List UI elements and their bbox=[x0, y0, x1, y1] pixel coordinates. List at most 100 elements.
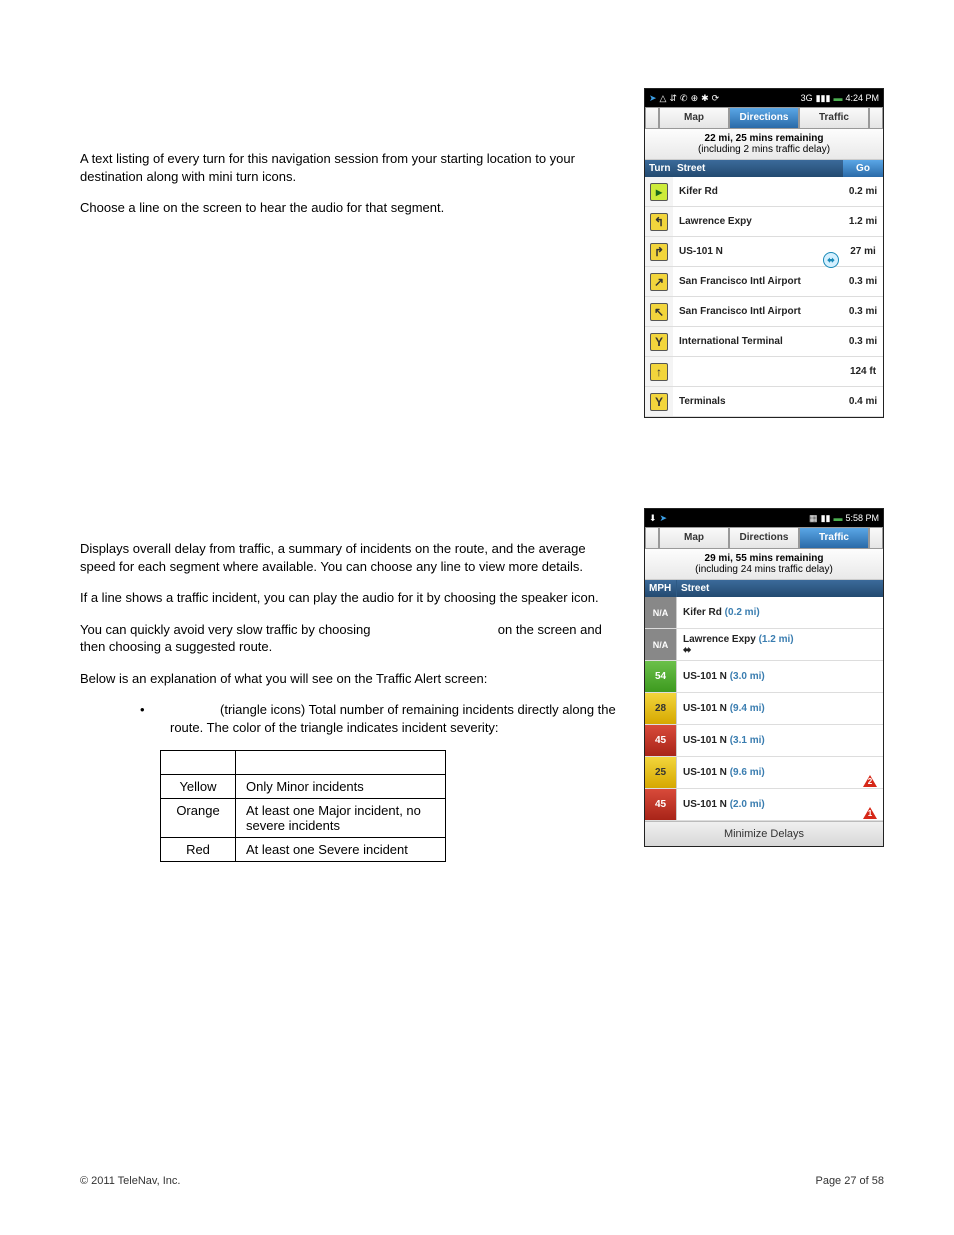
direction-row[interactable]: Y International Terminal0.3 mi bbox=[645, 327, 883, 357]
list-header: Turn Street Go bbox=[645, 160, 883, 177]
paragraph: Choose a line on the screen to hear the … bbox=[80, 199, 620, 217]
download-icon: ⬇ bbox=[649, 513, 657, 524]
traffic-row[interactable]: 45US-101 N (2.0 mi)1 bbox=[645, 789, 883, 821]
speed-badge: 25 bbox=[645, 757, 677, 788]
street-segment: US-101 N (2.0 mi)1 bbox=[677, 799, 883, 810]
street-name: Terminals bbox=[673, 396, 843, 407]
route-status: 29 mi, 55 mins remaining (including 24 m… bbox=[645, 549, 883, 580]
tab-map[interactable]: Map bbox=[659, 107, 729, 129]
traffic-text: Displays overall delay from traffic, a s… bbox=[80, 540, 620, 862]
direction-row[interactable]: ↱US-101 N⬌27 mi bbox=[645, 237, 883, 267]
distance: 0.3 mi bbox=[843, 306, 883, 317]
traffic-row[interactable]: 25US-101 N (9.6 mi)2 bbox=[645, 757, 883, 789]
distance: 0.4 mi bbox=[843, 396, 883, 407]
traffic-row[interactable]: N/AKifer Rd (0.2 mi) bbox=[645, 597, 883, 629]
speed-badge: 45 bbox=[645, 725, 677, 756]
turn-icon: ↖ bbox=[650, 303, 668, 321]
direction-row[interactable]: ▸Kifer Rd0.2 mi bbox=[645, 177, 883, 207]
status-bar: ➤ △ ⇵✆⊕✱⟳ 3G▮▮▮ ▬ 4:24 PM bbox=[645, 89, 883, 107]
list-header: MPH Street bbox=[645, 580, 883, 597]
phone-directions-screenshot: ➤ △ ⇵✆⊕✱⟳ 3G▮▮▮ ▬ 4:24 PM Map Directions… bbox=[644, 88, 884, 418]
paragraph: You can quickly avoid very slow traffic … bbox=[80, 621, 620, 656]
traffic-row[interactable]: 28US-101 N (9.4 mi) bbox=[645, 693, 883, 725]
status-right: ▦▮▮ ▬ 5:58 PM bbox=[809, 513, 879, 524]
street-name: International Terminal bbox=[673, 336, 843, 347]
clock: 5:58 PM bbox=[845, 513, 879, 523]
direction-row[interactable]: ↗ San Francisco Intl Airport0.3 mi bbox=[645, 267, 883, 297]
route-summary-text: A text listing of every turn for this na… bbox=[80, 150, 620, 231]
speed-badge: N/A bbox=[645, 629, 677, 660]
paragraph: Below is an explanation of what you will… bbox=[80, 670, 620, 688]
table-row: YellowOnly Minor incidents bbox=[161, 775, 446, 799]
signal-icon: ▮▮▮ bbox=[816, 93, 831, 104]
tab-directions[interactable]: Directions bbox=[729, 527, 799, 549]
speed-badge: 28 bbox=[645, 693, 677, 724]
copyright: © 2011 TeleNav, Inc. bbox=[80, 1175, 180, 1187]
tab-traffic[interactable]: Traffic bbox=[799, 527, 869, 549]
street-name: San Francisco Intl Airport bbox=[673, 276, 843, 287]
street-segment: Lawrence Expy (1.2 mi)⬌ bbox=[677, 634, 883, 656]
street-name: US-101 N⬌ bbox=[673, 246, 843, 257]
turn-icon: Y bbox=[650, 393, 668, 411]
clock: 4:24 PM bbox=[845, 93, 879, 103]
incident-count: 2 bbox=[863, 775, 877, 787]
distance: 124 ft bbox=[843, 366, 883, 377]
nav-icon: ➤ bbox=[649, 93, 657, 104]
incident-count: 1 bbox=[863, 807, 877, 819]
battery-icon: ▬ bbox=[833, 93, 842, 103]
turn-icon: ↱ bbox=[650, 243, 668, 261]
status-icons: ⬇ ➤ bbox=[649, 513, 667, 524]
table-row: RedAt least one Severe incident bbox=[161, 838, 446, 862]
highway-badge-icon: ⬌ bbox=[823, 252, 839, 268]
distance: 0.3 mi bbox=[843, 276, 883, 287]
route-status: 22 mi, 25 mins remaining (including 2 mi… bbox=[645, 129, 883, 160]
paragraph: A text listing of every turn for this na… bbox=[80, 150, 620, 185]
status-icons: ➤ △ ⇵✆⊕✱⟳ bbox=[649, 93, 719, 104]
bluetooth-icon: ✱ bbox=[701, 93, 709, 104]
warning-icon: △ bbox=[660, 93, 667, 104]
page-number: Page 27 of 58 bbox=[815, 1175, 884, 1187]
speed-badge: 45 bbox=[645, 789, 677, 820]
distance: 1.2 mi bbox=[843, 216, 883, 227]
paragraph: Displays overall delay from traffic, a s… bbox=[80, 540, 620, 575]
distance: 0.2 mi bbox=[843, 186, 883, 197]
nav-icon: ➤ bbox=[660, 513, 668, 524]
traffic-row[interactable]: N/ALawrence Expy (1.2 mi)⬌ bbox=[645, 629, 883, 661]
direction-row[interactable]: ↑ 124 ft bbox=[645, 357, 883, 387]
street-segment: US-101 N (9.4 mi) bbox=[677, 703, 883, 714]
street-segment: Kifer Rd (0.2 mi) bbox=[677, 607, 883, 618]
tab-directions[interactable]: Directions bbox=[729, 107, 799, 129]
street-name: Lawrence Expy bbox=[673, 216, 843, 227]
traffic-row[interactable]: 45US-101 N (3.1 mi) bbox=[645, 725, 883, 757]
street-name: San Francisco Intl Airport bbox=[673, 306, 843, 317]
tab-traffic[interactable]: Traffic bbox=[799, 107, 869, 129]
direction-row[interactable]: Y Terminals0.4 mi bbox=[645, 387, 883, 417]
turn-icon: ↗ bbox=[650, 273, 668, 291]
page-footer: © 2011 TeleNav, Inc. Page 27 of 58 bbox=[80, 1175, 884, 1187]
battery-icon: ▬ bbox=[833, 513, 842, 523]
street-segment: US-101 N (3.0 mi) bbox=[677, 671, 883, 682]
street-segment: US-101 N (3.1 mi) bbox=[677, 735, 883, 746]
minimize-delays-button[interactable]: Minimize Delays bbox=[645, 821, 883, 846]
signal-icon: ▮▮ bbox=[821, 513, 831, 524]
tab-bar: Map Directions Traffic bbox=[645, 107, 883, 129]
traffic-row[interactable]: 54US-101 N (3.0 mi) bbox=[645, 661, 883, 693]
speed-badge: 54 bbox=[645, 661, 677, 692]
table-row: OrangeAt least one Major incident, no se… bbox=[161, 799, 446, 838]
paragraph: If a line shows a traffic incident, you … bbox=[80, 589, 620, 607]
bullet-item: • (triangle icons) Total number of remai… bbox=[140, 701, 620, 736]
direction-row[interactable]: ↰ Lawrence Expy1.2 mi bbox=[645, 207, 883, 237]
tab-map[interactable]: Map bbox=[659, 527, 729, 549]
speed-badge: N/A bbox=[645, 597, 677, 628]
phone-traffic-screenshot: ⬇ ➤ ▦▮▮ ▬ 5:58 PM Map Directions Traffic… bbox=[644, 508, 884, 847]
street-segment: US-101 N (9.6 mi)2 bbox=[677, 767, 883, 778]
distance: 0.3 mi bbox=[843, 336, 883, 347]
go-button[interactable]: Go bbox=[843, 160, 883, 177]
highway-badge-icon: ⬌ bbox=[683, 645, 877, 656]
turn-icon: Y bbox=[650, 333, 668, 351]
turn-icon: ↑ bbox=[650, 363, 668, 381]
turn-icon: ↰ bbox=[650, 213, 668, 231]
severity-table: YellowOnly Minor incidents OrangeAt leas… bbox=[160, 750, 446, 862]
status-bar: ⬇ ➤ ▦▮▮ ▬ 5:58 PM bbox=[645, 509, 883, 527]
direction-row[interactable]: ↖ San Francisco Intl Airport0.3 mi bbox=[645, 297, 883, 327]
